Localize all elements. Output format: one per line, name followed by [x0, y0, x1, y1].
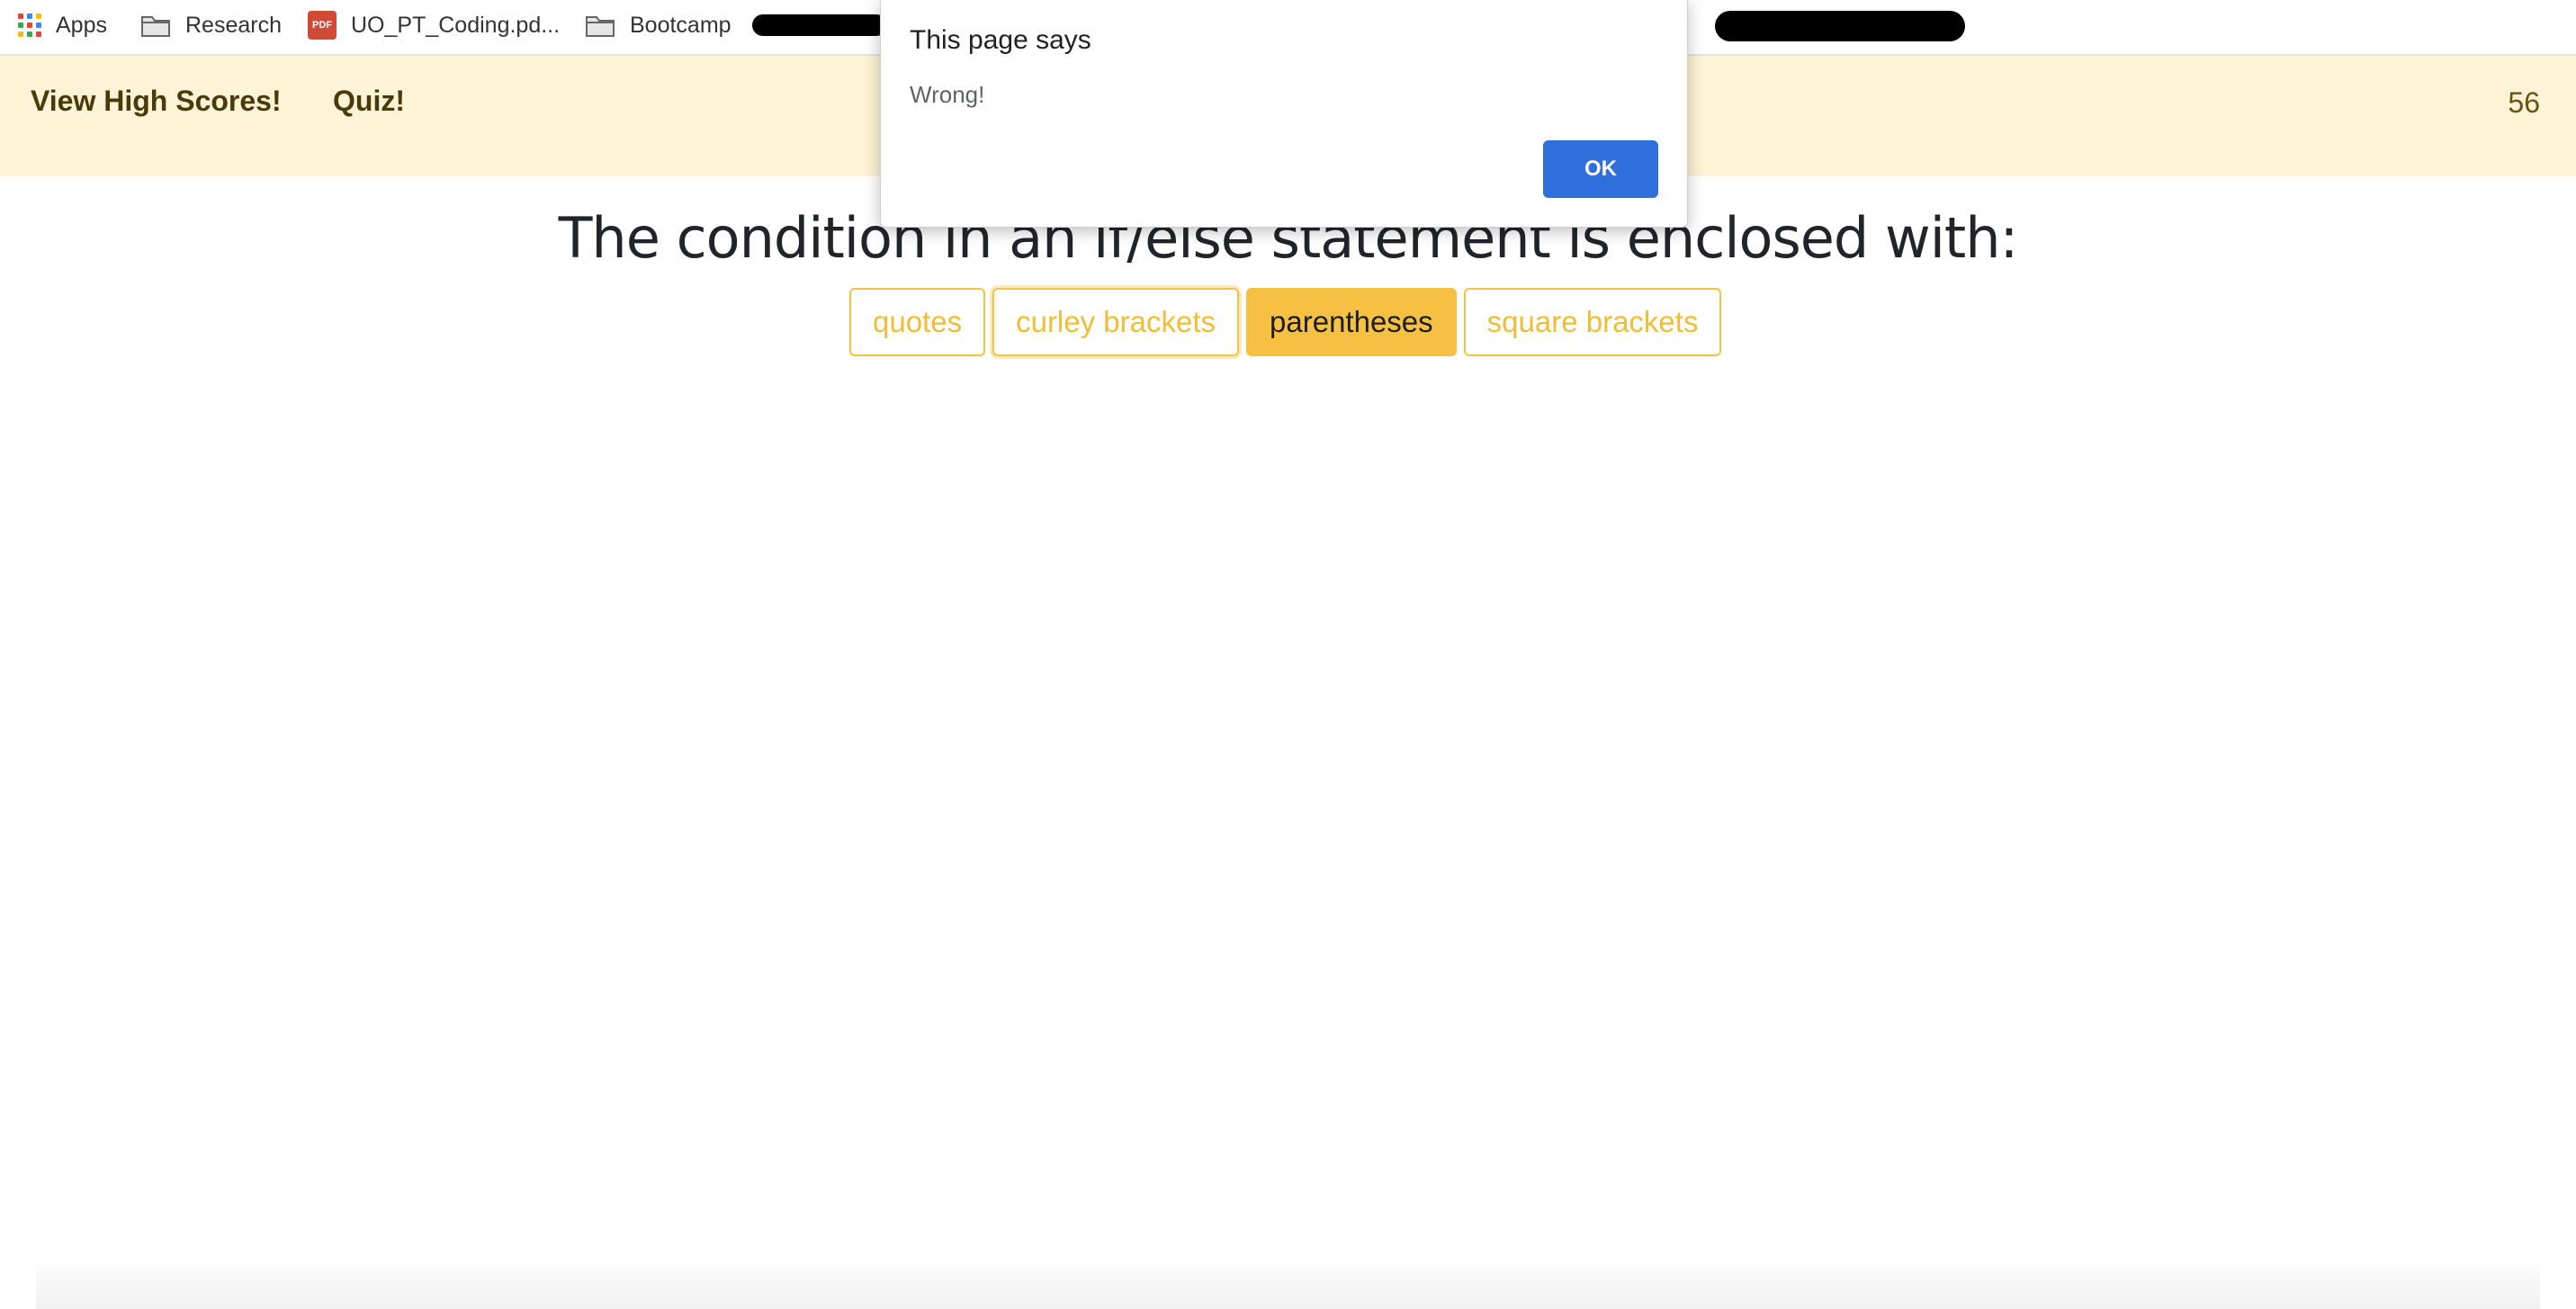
- answer-button-quotes[interactable]: quotes: [849, 288, 986, 356]
- bookmark-research[interactable]: Research: [140, 7, 282, 43]
- timer-value: 56: [2508, 86, 2540, 119]
- folder-icon: [140, 13, 171, 38]
- bookmark-bootcamp[interactable]: Bootcamp: [585, 7, 732, 43]
- bookmark-label: Research: [185, 12, 282, 38]
- folder-icon: [585, 13, 615, 38]
- view-high-scores-link[interactable]: View High Scores!: [31, 85, 282, 118]
- bookmark-label: UO_PT_Coding.pd...: [351, 12, 561, 38]
- pdf-icon: PDF: [308, 11, 337, 40]
- answer-button-square-brackets[interactable]: square brackets: [1463, 288, 1722, 356]
- ok-button[interactable]: OK: [1543, 140, 1658, 198]
- page-bottom-shadow: [36, 1255, 2540, 1309]
- bookmark-uo-pt-coding[interactable]: PDF UO_PT_Coding.pd...: [308, 7, 560, 43]
- redaction-mark: [1715, 11, 1965, 41]
- bookmark-label: Apps: [56, 12, 107, 38]
- quiz-link[interactable]: Quiz!: [333, 85, 405, 118]
- apps-grid-icon: [18, 13, 41, 37]
- answer-button-parentheses[interactable]: parentheses: [1246, 288, 1457, 356]
- dialog-title: This page says: [910, 25, 1091, 55]
- pdf-badge: PDF: [308, 11, 337, 40]
- bookmark-label: Bootcamp: [630, 12, 732, 38]
- dialog-message: Wrong!: [910, 81, 985, 108]
- alert-dialog: This page says Wrong! OK: [880, 0, 1688, 228]
- redaction-mark: [752, 14, 887, 36]
- bookmark-apps[interactable]: Apps: [18, 7, 107, 43]
- answer-group: quotes curley brackets parentheses squar…: [849, 288, 1722, 356]
- answer-button-curley-brackets[interactable]: curley brackets: [992, 288, 1240, 356]
